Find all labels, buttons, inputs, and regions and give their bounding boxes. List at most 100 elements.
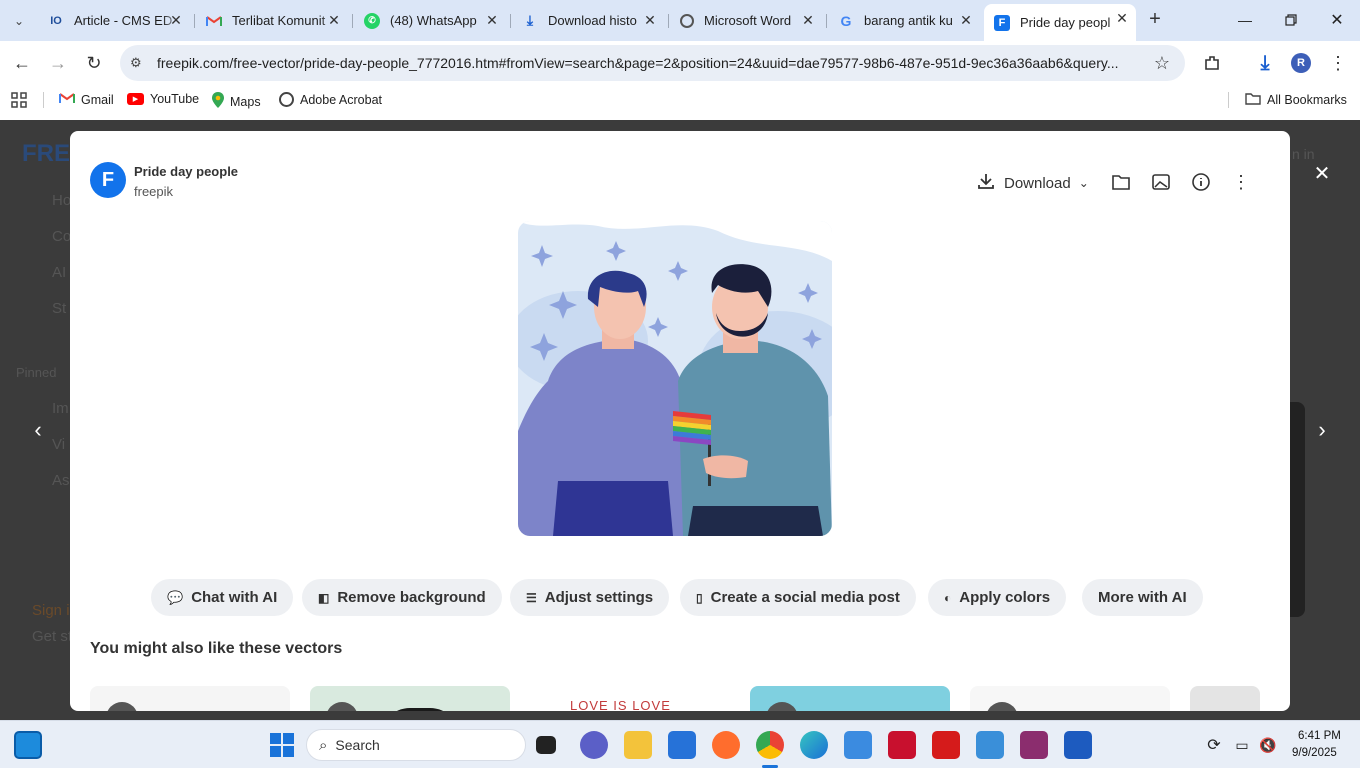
taskbar-search[interactable]: ⌕ Search xyxy=(306,729,526,761)
bg-sign-in: Sign i xyxy=(32,602,70,619)
mcafee-icon[interactable] xyxy=(888,731,916,759)
download-button[interactable]: Download ⌄ xyxy=(976,171,1089,195)
task-view-icon[interactable] xyxy=(536,736,556,754)
tab-search-icon[interactable]: ⌄ xyxy=(8,10,30,32)
chat-with-ai-button[interactable]: 💬 Chat with AI xyxy=(151,579,294,616)
remove-background-button[interactable]: ◧ Remove background xyxy=(302,579,502,616)
meet-icon[interactable] xyxy=(580,731,608,759)
bookmark-maps[interactable]: Maps xyxy=(212,92,261,111)
button-label: Remove background xyxy=(337,589,486,606)
chrome-icon[interactable] xyxy=(756,731,784,759)
tab-download-history[interactable]: ⤓ Download histo ✕ xyxy=(512,6,664,35)
info-icon[interactable] xyxy=(1190,171,1212,193)
more-with-ai-button[interactable]: More with AI xyxy=(1082,579,1203,616)
related-thumbnail[interactable]: ♛ xyxy=(750,686,950,711)
tab-microsoft-word[interactable]: Microsoft Word ✕ xyxy=(670,6,822,35)
bg-logo: FRE xyxy=(22,140,70,167)
volume-icon[interactable]: 🔇 xyxy=(1258,735,1278,755)
crown-icon: ♛ xyxy=(986,702,1018,711)
photos-icon[interactable] xyxy=(976,731,1004,759)
close-icon[interactable]: ✕ xyxy=(1114,10,1130,26)
sync-icon[interactable]: ⟳ xyxy=(1204,735,1224,755)
minimize-icon[interactable]: — xyxy=(1232,8,1258,32)
close-window-icon[interactable]: ✕ xyxy=(1324,8,1350,32)
related-thumbnail[interactable]: ♛ xyxy=(970,686,1170,711)
author-avatar[interactable]: F xyxy=(90,162,126,198)
related-thumbnail[interactable]: ♛ xyxy=(90,686,290,711)
tab-strip: ⌄ IO Article - CMS ED ✕ Terlibat Komunit… xyxy=(0,0,1360,41)
windows-start-icon[interactable] xyxy=(268,731,296,759)
youtube-icon: ▶ xyxy=(127,93,144,105)
tab-gmail[interactable]: Terlibat Komunit ✕ xyxy=(196,6,348,35)
crown-icon: ♛ xyxy=(106,702,138,711)
bookmark-youtube[interactable]: ▶ YouTube xyxy=(127,92,199,106)
bookmark-adobe-acrobat[interactable]: Adobe Acrobat xyxy=(279,92,382,107)
firefox-icon[interactable] xyxy=(712,731,740,759)
whatsapp-favicon: ✆ xyxy=(364,12,380,29)
address-bar[interactable]: ⚙ freepik.com/free-vector/pride-day-peop… xyxy=(120,45,1185,81)
apps-grid-icon[interactable] xyxy=(10,91,28,109)
more-options-icon[interactable]: ⋮ xyxy=(1230,171,1252,193)
reload-icon[interactable]: ↻ xyxy=(82,51,106,75)
author-name[interactable]: freepik xyxy=(134,184,173,199)
share-image-icon[interactable] xyxy=(1150,171,1172,193)
all-bookmarks[interactable]: All Bookmarks xyxy=(1245,92,1347,108)
cms-favicon: IO xyxy=(50,14,62,27)
winrar-icon[interactable] xyxy=(1020,731,1048,759)
download-icon xyxy=(976,171,996,195)
freepik-favicon: F xyxy=(994,14,1010,31)
clock-time[interactable]: 6:41 PM xyxy=(1298,730,1341,742)
notepad-icon[interactable] xyxy=(844,731,872,759)
tab-whatsapp[interactable]: ✆ (48) WhatsApp ✕ xyxy=(354,6,506,35)
edge-icon[interactable] xyxy=(800,731,828,759)
extensions-icon[interactable] xyxy=(1200,51,1224,75)
widgets-icon[interactable] xyxy=(14,731,42,759)
restore-icon[interactable] xyxy=(1278,8,1304,32)
chat-icon: 💬 xyxy=(167,589,184,605)
save-to-collection-icon[interactable] xyxy=(1110,171,1132,193)
word-icon[interactable] xyxy=(1064,731,1092,759)
download-favicon: ⤓ xyxy=(526,12,534,28)
eraser-icon: ◧ xyxy=(318,590,330,605)
menu-dots-icon[interactable]: ⋮ xyxy=(1326,51,1350,75)
close-icon[interactable]: ✕ xyxy=(326,12,342,28)
taskbar: ⌕ Search ⟳ ▭ 🔇 6:41 PM 9/9/2025 xyxy=(0,720,1360,768)
back-icon[interactable]: ← xyxy=(10,51,34,75)
store-icon[interactable] xyxy=(668,731,696,759)
forward-icon[interactable]: → xyxy=(46,51,70,75)
close-icon[interactable]: ✕ xyxy=(958,12,974,28)
adjust-settings-button[interactable]: ☰ Adjust settings xyxy=(510,579,670,616)
bookmark-label: YouTube xyxy=(150,92,200,106)
bg-nav-item: Im xyxy=(52,400,69,417)
close-modal-icon[interactable]: ✕ xyxy=(1310,161,1334,185)
acrobat-taskbar-icon[interactable] xyxy=(932,731,960,759)
next-arrow-icon[interactable]: › xyxy=(1310,417,1334,442)
all-bookmarks-label: All Bookmarks xyxy=(1267,93,1347,107)
apply-colors-button[interactable]: ◐ Apply colors xyxy=(928,579,1067,616)
related-thumbnail[interactable]: ♛ xyxy=(310,686,510,711)
close-icon[interactable]: ✕ xyxy=(484,12,500,28)
related-thumbnail[interactable] xyxy=(1190,686,1260,711)
new-tab-button[interactable]: + xyxy=(1144,8,1166,30)
downloads-icon[interactable]: ⤓ xyxy=(1253,51,1277,75)
close-icon[interactable]: ✕ xyxy=(642,12,658,28)
previous-arrow-icon[interactable]: ‹ xyxy=(26,417,50,442)
tab-google-search[interactable]: G barang antik ku ✕ xyxy=(828,6,980,35)
close-icon[interactable]: ✕ xyxy=(168,12,184,28)
tab-freepik-active[interactable]: F Pride day peopl ✕ xyxy=(984,4,1136,41)
clock-date[interactable]: 9/9/2025 xyxy=(1292,747,1337,759)
close-icon[interactable]: ✕ xyxy=(800,12,816,28)
bookmark-gmail[interactable]: Gmail xyxy=(59,92,114,107)
file-explorer-icon[interactable] xyxy=(624,731,652,759)
preview-image xyxy=(518,221,832,536)
related-thumbnail[interactable]: LOVE IS LOVE xyxy=(530,686,730,711)
network-icon[interactable]: ▭ xyxy=(1232,735,1252,755)
create-social-post-button[interactable]: ▯ Create a social media post xyxy=(680,579,916,616)
tab-article-cms[interactable]: IO Article - CMS ED ✕ xyxy=(38,6,190,35)
bookmark-star-icon[interactable]: ☆ xyxy=(1150,51,1174,75)
profile-avatar[interactable]: R xyxy=(1291,53,1311,73)
site-info-icon[interactable]: ⚙ xyxy=(130,45,142,81)
button-label: Create a social media post xyxy=(710,589,900,606)
sliders-icon: ☰ xyxy=(526,590,537,605)
bookmarks-bar: Gmail ▶ YouTube Maps Adobe Acrobat All B… xyxy=(0,85,1360,115)
